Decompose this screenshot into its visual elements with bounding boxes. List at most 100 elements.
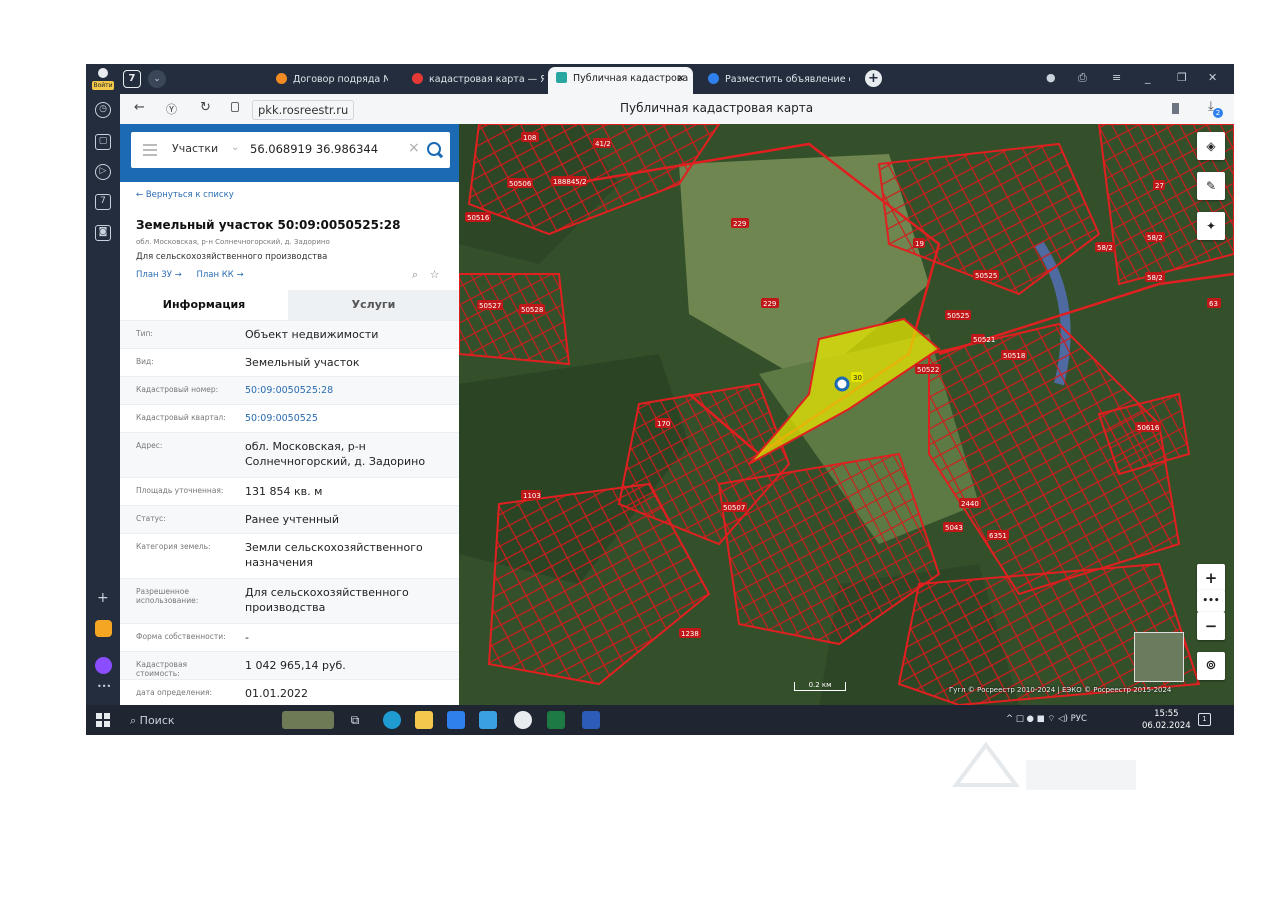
search-input[interactable]: 56.068919 36.986344 xyxy=(250,142,378,156)
search-header: Участки ⌄ 56.068919 36.986344 × ‹ xyxy=(120,124,459,182)
clear-icon[interactable]: × xyxy=(408,140,420,156)
windows-start-icon[interactable] xyxy=(96,713,110,727)
search-box[interactable]: Участки ⌄ 56.068919 36.986344 × xyxy=(131,132,450,168)
add-icon[interactable]: + xyxy=(97,590,109,606)
excel-icon[interactable] xyxy=(547,711,565,729)
bookmark-icon[interactable] xyxy=(1172,103,1179,114)
store-icon[interactable] xyxy=(447,711,465,729)
hamburger-icon[interactable] xyxy=(143,149,157,151)
taskbar-search[interactable]: ⌕ Поиск xyxy=(130,714,175,728)
map-label-text: 50528 xyxy=(521,306,543,314)
browser-sidebar: ◷ ▢ ▷ 7 ◙ + ••• xyxy=(86,94,120,705)
user-icon xyxy=(98,68,108,78)
system-tray[interactable]: ^ □ ● ■ ⌔ ◁) РУС xyxy=(1006,714,1087,724)
row-value: - xyxy=(245,631,249,644)
search-icon[interactable] xyxy=(427,142,441,156)
tab-information[interactable]: Информация xyxy=(120,290,288,320)
taskbar-clock[interactable]: 15:55 06.02.2024 xyxy=(1142,708,1191,732)
mail-app-icon[interactable] xyxy=(95,620,112,637)
zoom-to-parcel-icon[interactable]: ⌕ xyxy=(412,268,418,281)
alice-icon[interactable] xyxy=(95,657,112,674)
parcel-cluster[interactable] xyxy=(459,273,571,366)
screenshot-icon[interactable]: ◙ xyxy=(95,225,111,241)
map-label-text: 5043 xyxy=(945,524,963,532)
row-key: Площадь уточненная: xyxy=(136,486,224,495)
yandex-browser-icon[interactable] xyxy=(514,711,532,729)
map-label-text: 50616 xyxy=(1137,424,1160,432)
download-icon[interactable]: ⤓ 2 xyxy=(1208,99,1223,118)
map-label-text: 229 xyxy=(733,220,746,228)
file-explorer-icon[interactable] xyxy=(415,711,433,729)
map-label: 50516 xyxy=(465,212,491,222)
tab-count-badge[interactable]: 7 xyxy=(123,70,141,88)
map-label: 19 xyxy=(913,238,925,248)
browser-tab-bar: Войти 7 ⌄ Договор подряда № 8 от кадастр… xyxy=(86,64,1234,94)
yandex-home-icon[interactable]: Ⓨ xyxy=(166,101,177,117)
menu-icon[interactable]: ≡ xyxy=(1112,71,1121,84)
map-label-text: 50506 xyxy=(509,180,532,188)
task-view-icon[interactable]: ⧉ xyxy=(346,711,364,729)
chevron-down-icon[interactable]: ⌄ xyxy=(148,70,166,88)
parcel-info-panel: Участки ⌄ 56.068919 36.986344 × ‹ ← Верн… xyxy=(120,124,459,705)
back-to-list-link[interactable]: ← Вернуться к списку xyxy=(136,190,234,200)
seven-icon[interactable]: 7 xyxy=(95,194,111,210)
play-icon[interactable]: ▷ xyxy=(95,164,111,180)
parcel-address: обл. Московская, р-н Солнечногорский, д.… xyxy=(136,238,330,246)
restore-icon[interactable]: ❐ xyxy=(1177,71,1187,84)
star-icon[interactable]: ☆ xyxy=(430,268,440,281)
watermark-logo xyxy=(952,741,1136,790)
map-label-text: 58/2 xyxy=(1097,244,1113,252)
locate-button[interactable]: ✦ xyxy=(1197,212,1225,240)
tab-yandex-search[interactable]: кадастровая карта — Янд xyxy=(404,68,544,92)
lock-icon xyxy=(231,102,239,112)
layers-button[interactable]: ◈ xyxy=(1197,132,1225,160)
ruler-button[interactable]: ✎ xyxy=(1197,172,1225,200)
cadastral-quarter-link[interactable]: 50:09:0050525 xyxy=(245,411,450,426)
cadastral-number-link[interactable]: 50:09:0050525:28 xyxy=(245,383,450,398)
taskbar-widget-image[interactable] xyxy=(282,711,334,729)
extension-icon[interactable]: ● xyxy=(1046,71,1056,84)
tab-services[interactable]: Услуги xyxy=(288,290,459,320)
word-icon[interactable] xyxy=(582,711,600,729)
map-label: 41/2 xyxy=(593,138,611,148)
row-key: Статус: xyxy=(136,514,166,523)
row-value: 1 042 965,14 руб. xyxy=(245,659,346,672)
map-canvas[interactable]: 108 41/2 188845/2 50506 50516 229 229 50… xyxy=(459,124,1234,705)
plan-zu-link[interactable]: План ЗУ → xyxy=(136,270,182,280)
search-category-select[interactable]: Участки xyxy=(172,142,218,155)
compass-button[interactable]: ⊚ xyxy=(1197,652,1225,680)
map-label: 229 xyxy=(731,218,749,228)
collections-icon[interactable]: ⎙ xyxy=(1078,71,1087,85)
profile-button[interactable]: Войти xyxy=(90,66,116,92)
tabs-icon[interactable]: ▢ xyxy=(95,134,111,150)
close-tab-icon[interactable]: × xyxy=(677,67,685,91)
close-window-icon[interactable]: ✕ xyxy=(1208,71,1217,84)
map-label: 5043 xyxy=(943,522,963,532)
url-field[interactable]: pkk.rosreestr.ru xyxy=(252,100,355,120)
mail-icon[interactable] xyxy=(479,711,497,729)
edge-icon[interactable] xyxy=(383,711,401,729)
cadastral-map[interactable]: 108 41/2 188845/2 50506 50516 229 229 50… xyxy=(459,124,1234,705)
table-row: Кадастровый номер: 50:09:0050525:28 xyxy=(120,376,459,404)
chevron-down-icon[interactable]: ⌄ xyxy=(231,142,239,153)
notification-icon[interactable]: 1 xyxy=(1198,713,1211,726)
back-arrow-icon[interactable]: ← xyxy=(134,100,145,115)
minimize-icon[interactable]: _ xyxy=(1145,71,1151,84)
more-button[interactable]: ••• xyxy=(1197,590,1225,612)
location-marker-icon[interactable] xyxy=(834,376,850,392)
zoom-in-button[interactable]: + xyxy=(1197,564,1225,592)
more-icon[interactable]: ••• xyxy=(97,682,111,691)
row-key: Форма собственности: xyxy=(136,632,226,641)
language-indicator[interactable]: РУС xyxy=(1071,714,1087,724)
history-icon[interactable]: ◷ xyxy=(95,102,111,118)
reload-icon[interactable]: ↻ xyxy=(200,100,211,115)
zoom-out-button[interactable]: − xyxy=(1197,612,1225,640)
tab-contract[interactable]: Договор подряда № 8 от xyxy=(268,68,388,92)
tab-cadastral-map[interactable]: Публичная кадастрова × xyxy=(548,67,693,94)
tab-post-ad[interactable]: Разместить объявление о xyxy=(700,68,850,92)
minimap[interactable] xyxy=(1134,632,1184,682)
new-tab-button[interactable]: + xyxy=(865,70,882,87)
map-label-text: 50516 xyxy=(467,214,490,222)
plan-kk-link[interactable]: План КК → xyxy=(196,270,243,280)
map-label: 50525 xyxy=(973,270,999,280)
